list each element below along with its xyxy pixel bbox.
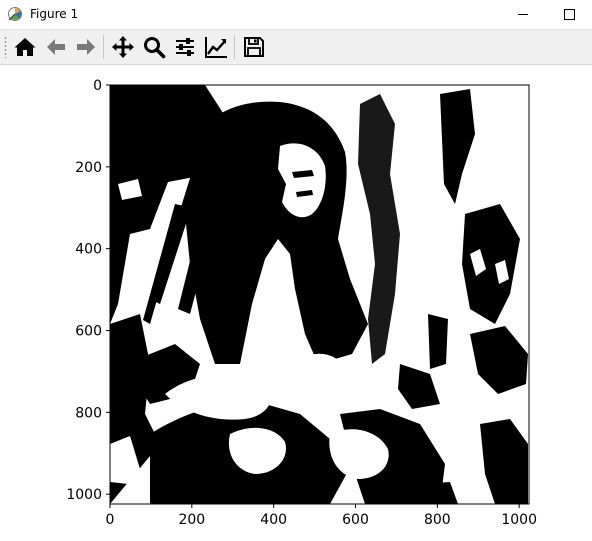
subplots-button[interactable]: [171, 33, 199, 61]
axes-svg: 0 200 400 600 800 1000 0 200 400 600 800 1000: [66, 78, 537, 528]
toolbar-grip-icon: [4, 36, 7, 58]
back-arrow-icon: [47, 39, 65, 55]
x-tick-label: 400: [260, 512, 287, 528]
window-titlebar: Figure 1: [0, 0, 592, 29]
save-disk-icon: [244, 37, 264, 57]
x-tick-label: 1000: [501, 512, 537, 528]
back-button[interactable]: [42, 33, 70, 61]
forward-arrow-icon: [77, 39, 95, 55]
y-tick-label: 800: [75, 405, 102, 421]
configure-subplots-icon: [176, 38, 194, 56]
x-tick-label: 800: [424, 512, 451, 528]
y-tick-label: 1000: [66, 487, 102, 503]
pan-button[interactable]: [109, 33, 137, 61]
x-tick-label: 600: [342, 512, 369, 528]
x-tick-label: 0: [106, 512, 115, 528]
y-tick-label: 600: [75, 324, 102, 340]
save-button[interactable]: [240, 33, 268, 61]
forward-button[interactable]: [72, 33, 100, 61]
customize-button[interactable]: [202, 33, 230, 61]
matplotlib-figure-icon: [8, 7, 22, 21]
x-axis: 0 200 400 600 800 1000: [106, 504, 537, 528]
edit-axis-line-icon: [205, 37, 227, 58]
toolbar-separator: [234, 35, 235, 59]
home-button[interactable]: [11, 33, 39, 61]
y-tick-label: 400: [75, 242, 102, 258]
pan-move-icon: [112, 36, 134, 58]
y-tick-label: 200: [75, 160, 102, 176]
zoom-magnifier-icon: [144, 37, 166, 59]
maximize-icon[interactable]: [546, 0, 592, 29]
toolbar-separator: [103, 35, 104, 59]
home-icon: [14, 38, 36, 56]
window-title: Figure 1: [30, 7, 79, 21]
y-tick-label: 0: [93, 78, 102, 94]
y-axis: 0 200 400 600 800 1000: [66, 78, 110, 503]
figure-canvas[interactable]: 0 200 400 600 800 1000 0 200 400 600 800 1000: [0, 64, 592, 541]
navigation-toolbar: [0, 29, 592, 65]
zoom-button[interactable]: [140, 33, 168, 61]
x-tick-label: 200: [178, 512, 205, 528]
binarized-image: [110, 85, 529, 504]
minimize-icon[interactable]: [500, 0, 546, 29]
